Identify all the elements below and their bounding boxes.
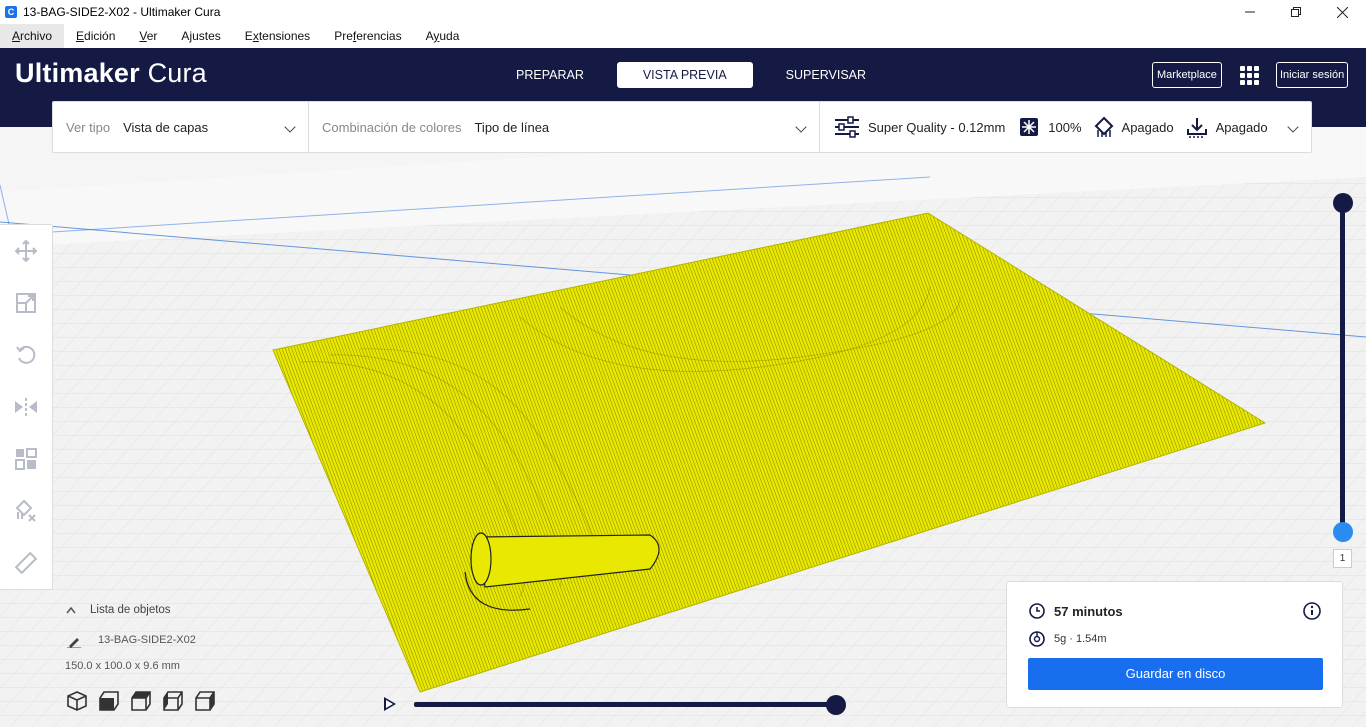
save-to-disk-button[interactable]: Guardar en disco — [1028, 658, 1323, 690]
current-layer-field[interactable]: 1 — [1333, 549, 1352, 568]
rotate-icon — [16, 345, 36, 364]
menu-archivo[interactable]: Archivo — [0, 24, 65, 48]
view-type-dropdown[interactable]: Ver tipo Vista de capas — [53, 102, 309, 152]
tab-vista-previa[interactable]: VISTA PREVIA — [616, 62, 753, 88]
menu-preferencias[interactable]: Preferencias — [322, 24, 413, 48]
menu-extensiones[interactable]: Extensiones — [233, 24, 322, 48]
chevron-down-icon — [795, 121, 807, 133]
top-view-icon[interactable] — [130, 690, 152, 712]
measure-tool[interactable] — [12, 549, 40, 577]
print-settings-summary[interactable]: Super Quality - 0.12mm 100% Apagado Apag… — [820, 102, 1311, 152]
cura-app-icon: C — [5, 6, 17, 18]
marketplace-button[interactable]: Marketplace — [1152, 62, 1222, 88]
support-blocker-icon — [15, 499, 36, 522]
chevron-down-icon — [284, 121, 296, 133]
color-scheme-value: Tipo de línea — [474, 119, 550, 135]
profile-value: Super Quality - 0.12mm — [868, 119, 1006, 135]
mirror-icon — [15, 398, 37, 416]
rotate-tool[interactable] — [12, 341, 40, 369]
chevron-down-icon — [1287, 121, 1299, 133]
front-view-icon[interactable] — [98, 690, 120, 712]
tools-toolbar — [0, 224, 53, 590]
restore-icon — [1291, 7, 1301, 17]
object-list-header: Lista de objetos — [90, 604, 171, 616]
per-model-settings-tool[interactable] — [12, 445, 40, 473]
color-scheme-label: Combinación de colores — [322, 119, 462, 135]
support-icon — [1094, 116, 1113, 137]
chevron-up-icon — [66, 606, 76, 614]
close-button[interactable] — [1319, 0, 1365, 24]
object-name: 13-BAG-SIDE2-X02 — [98, 634, 196, 646]
layer-slider-lower-handle[interactable] — [1333, 522, 1353, 542]
menu-edicion[interactable]: Edición — [64, 24, 127, 48]
tab-preparar[interactable]: PREPARAR — [495, 62, 605, 88]
adhesion-icon — [1186, 118, 1207, 138]
support-value: Apagado — [1121, 119, 1174, 135]
login-button[interactable]: Iniciar sesión — [1276, 62, 1349, 88]
view-type-value: Vista de capas — [123, 119, 209, 135]
restore-button[interactable] — [1273, 0, 1319, 24]
adhesion-value: Apagado — [1215, 119, 1268, 135]
3d-view-icon[interactable] — [66, 690, 88, 712]
title-bar: C 13-BAG-SIDE2-X02 - Ultimaker Cura — [0, 0, 1366, 24]
menu-ayuda[interactable]: Ayuda — [414, 24, 472, 48]
scale-icon — [16, 293, 36, 313]
menu-ajustes[interactable]: Ajustes — [169, 24, 232, 48]
clock-icon — [1029, 603, 1045, 619]
object-list-toggle[interactable]: Lista de objetos — [66, 604, 171, 616]
ultimaker-cura-logo: Ultimaker Cura — [15, 58, 207, 88]
filament-spool-icon — [1029, 631, 1045, 647]
right-view-icon[interactable] — [194, 690, 216, 712]
window-title: 13-BAG-SIDE2-X02 - Ultimaker Cura — [23, 5, 221, 19]
left-view-icon[interactable] — [162, 690, 184, 712]
tab-supervisar[interactable]: SUPERVISAR — [765, 62, 887, 88]
print-information-panel: 57 minutos 5g · 1.54m Guardar en disco — [1006, 581, 1343, 708]
path-slider-track[interactable] — [414, 702, 838, 707]
layer-slider-track[interactable] — [1340, 201, 1345, 534]
path-slider-handle[interactable] — [826, 695, 846, 715]
view-type-label: Ver tipo — [66, 119, 111, 135]
scale-tool[interactable] — [12, 289, 40, 317]
color-scheme-dropdown[interactable]: Combinación de colores Tipo de línea — [309, 102, 820, 152]
menu-bar: Archivo Edición Ver Ajustes Extensiones … — [0, 24, 1366, 48]
view-settings-bar: Ver tipo Vista de capas Combinación de c… — [52, 101, 1312, 153]
minimize-button[interactable] — [1227, 0, 1273, 24]
print-time: 57 minutos — [1054, 604, 1123, 619]
move-icon — [15, 240, 37, 262]
layer-slider-upper-handle[interactable] — [1333, 193, 1353, 213]
per-model-settings-icon — [15, 448, 37, 470]
ruler-icon — [15, 552, 37, 574]
settings-sliders-icon — [835, 116, 859, 138]
pencil-icon[interactable] — [67, 634, 81, 648]
infill-value: 100% — [1048, 119, 1082, 135]
info-icon[interactable] — [1303, 602, 1321, 620]
minimize-icon — [1245, 11, 1255, 13]
material-usage: 5g · 1.54m — [1054, 633, 1107, 645]
play-simulation-button[interactable] — [384, 697, 396, 711]
move-tool[interactable] — [12, 237, 40, 265]
stage-tabs: PREPARAR VISTA PREVIA SUPERVISAR — [495, 62, 899, 88]
mirror-tool[interactable] — [12, 393, 40, 421]
infill-icon — [1020, 118, 1039, 136]
close-icon — [1336, 6, 1348, 18]
object-dimensions: 150.0 x 100.0 x 9.6 mm — [65, 660, 180, 672]
menu-ver[interactable]: Ver — [127, 24, 169, 48]
apps-grid-icon[interactable] — [1240, 66, 1259, 85]
camera-view-buttons — [66, 690, 226, 712]
support-blocker-tool[interactable] — [12, 497, 40, 525]
